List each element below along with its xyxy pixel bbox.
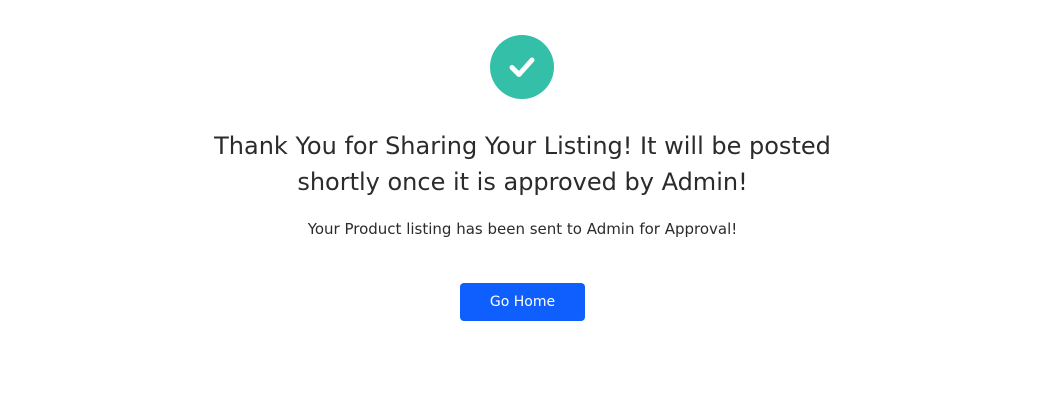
- check-circle-icon: [490, 35, 554, 99]
- confirmation-title-line-1: Thank You for Sharing Your Listing! It w…: [214, 132, 831, 160]
- confirmation-title-line-2: shortly once it is approved by Admin!: [297, 168, 748, 196]
- confirmation-title: Thank You for Sharing Your Listing! It w…: [0, 128, 1045, 200]
- checkmark-icon: [509, 57, 535, 77]
- confirmation-message: Your Product listing has been sent to Ad…: [307, 220, 738, 238]
- confirmation-panel: Thank You for Sharing Your Listing! It w…: [0, 0, 1045, 410]
- go-home-button[interactable]: Go Home: [460, 283, 585, 321]
